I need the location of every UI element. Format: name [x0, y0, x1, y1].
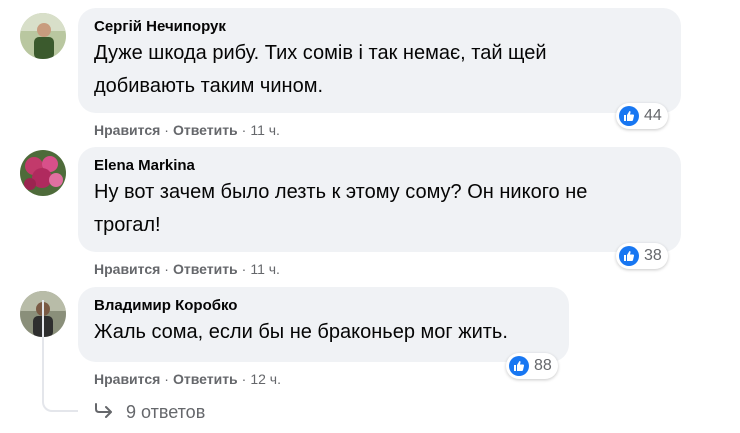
like-icon [509, 356, 529, 376]
like-button[interactable]: Нравится [94, 371, 160, 387]
reaction-summary[interactable]: 88 [506, 353, 558, 379]
comment-text-line: добивають таким чином. [94, 75, 323, 97]
like-button[interactable]: Нравится [94, 122, 160, 138]
comment-time[interactable]: 11 ч. [250, 122, 280, 138]
comment-author[interactable]: Владимир Коробко [94, 296, 553, 316]
thread-line [42, 300, 78, 412]
comment-author[interactable]: Elena Markina [94, 156, 665, 176]
separator: · [164, 371, 169, 387]
comment-actions: Нравится · Ответить · 11 ч. [94, 121, 280, 139]
separator: · [241, 122, 247, 138]
replies-count-label[interactable]: 9 ответов [126, 402, 205, 423]
comment-text-line: Дуже шкода рибу. Тих сомів і так немає, … [94, 42, 547, 64]
reply-button[interactable]: Ответить [173, 261, 238, 277]
like-button[interactable]: Нравится [94, 261, 160, 277]
like-icon [619, 106, 639, 126]
reaction-count: 44 [644, 107, 662, 124]
reaction-count: 88 [534, 357, 552, 374]
separator: · [164, 261, 169, 277]
view-replies-link[interactable]: 9 ответов [94, 402, 205, 423]
avatar-sergii[interactable] [20, 13, 66, 59]
separator: · [164, 122, 169, 138]
comment-actions: Нравится · Ответить · 12 ч. [94, 370, 281, 388]
comment-actions: Нравится · Ответить · 11 ч. [94, 260, 280, 278]
separator: · [241, 261, 247, 277]
reaction-summary[interactable]: 44 [616, 103, 668, 129]
comment-bubble: Elena Markina Ну вот зачем было лезть к … [78, 147, 681, 252]
reply-button[interactable]: Ответить [173, 122, 238, 138]
reply-arrow-icon [94, 402, 114, 423]
comment-text-line: Жаль сома, если бы не браконьер мог жить… [94, 321, 508, 343]
comment-bubble: Владимир Коробко Жаль сома, если бы не б… [78, 287, 569, 362]
separator: · [241, 371, 247, 387]
comment-text-line: Ну вот зачем было лезть к этому сому? Он… [94, 181, 588, 203]
like-icon [619, 246, 639, 266]
reaction-summary[interactable]: 38 [616, 243, 668, 269]
comment-text-line: трогал! [94, 214, 161, 236]
avatar-elena[interactable] [20, 150, 66, 196]
reply-button[interactable]: Ответить [173, 371, 238, 387]
comment-bubble: Сергій Нечипорук Дуже шкода рибу. Тих со… [78, 8, 681, 113]
comment-time[interactable]: 12 ч. [250, 371, 281, 387]
comment-author[interactable]: Сергій Нечипорук [94, 17, 665, 37]
reaction-count: 38 [644, 247, 662, 264]
comment-time[interactable]: 11 ч. [250, 261, 280, 277]
